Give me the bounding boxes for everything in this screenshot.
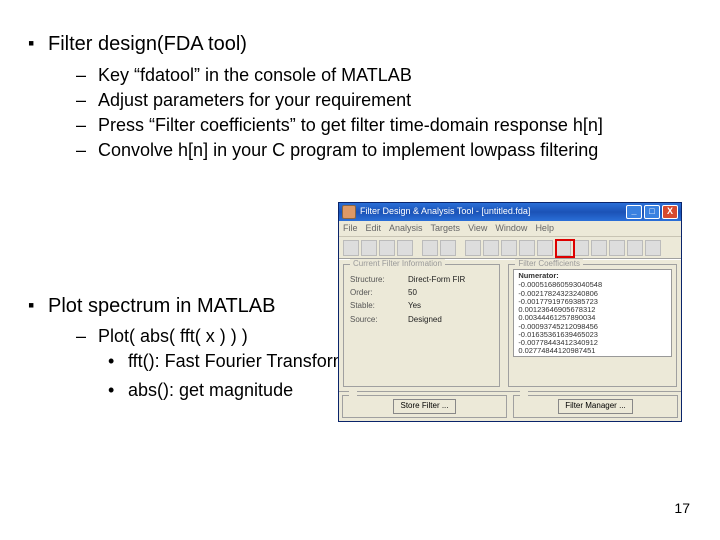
window-title: Filter Design & Analysis Tool - [untitle…: [360, 206, 626, 218]
dash-icon: –: [76, 114, 98, 137]
toolbar-button[interactable]: [609, 240, 625, 256]
toolbar-button[interactable]: [501, 240, 517, 256]
filter-manager-button[interactable]: Filter Manager ...: [558, 399, 632, 413]
toolbar-button[interactable]: [519, 240, 535, 256]
menu-edit[interactable]: Edit: [366, 223, 382, 235]
app-icon: [342, 205, 356, 219]
close-button[interactable]: X: [662, 205, 678, 219]
heading-text: Plot spectrum in MATLAB: [48, 294, 275, 320]
coefficients-listbox[interactable]: Numerator: -0.000516860593040548 -0.0021…: [513, 269, 672, 357]
page-number: 17: [674, 500, 690, 518]
toolbar-button[interactable]: [361, 240, 377, 256]
square-bullet-icon: ▪: [28, 32, 48, 58]
toolbar-button[interactable]: [627, 240, 643, 256]
list-item: – Convolve h[n] in your C program to imp…: [76, 139, 700, 162]
menu-help[interactable]: Help: [535, 223, 554, 235]
filter-coefficients-highlight: [555, 239, 575, 258]
dot-bullet-icon: •: [108, 379, 128, 402]
toolbar-button[interactable]: [343, 240, 359, 256]
toolbar-button[interactable]: [483, 240, 499, 256]
panel-filter-coefficients: Filter Coefficients Numerator: -0.000516…: [508, 264, 677, 387]
heading-filter-design: ▪ Filter design(FDA tool): [28, 32, 700, 58]
menu-analysis[interactable]: Analysis: [389, 223, 423, 235]
toolbar: [339, 237, 681, 259]
panel-current-filter-info: Current Filter Information Structure:Dir…: [343, 264, 500, 387]
window-titlebar: Filter Design & Analysis Tool - [untitle…: [339, 203, 681, 221]
toolbar-button[interactable]: [379, 240, 395, 256]
toolbar-button[interactable]: [645, 240, 661, 256]
panel-title: Current Filter Information: [350, 259, 445, 269]
maximize-button[interactable]: □: [644, 205, 660, 219]
heading-text: Filter design(FDA tool): [48, 32, 247, 58]
menu-window[interactable]: Window: [495, 223, 527, 235]
dash-icon: –: [76, 64, 98, 87]
toolbar-button[interactable]: [591, 240, 607, 256]
toolbar-button[interactable]: [440, 240, 456, 256]
panel-title: Filter Coefficients: [515, 259, 583, 269]
store-filter-button[interactable]: Store Filter ...: [393, 399, 455, 413]
menu-bar: File Edit Analysis Targets View Window H…: [339, 221, 681, 237]
dash-icon: –: [76, 139, 98, 162]
toolbar-button[interactable]: [465, 240, 481, 256]
dot-bullet-icon: •: [108, 350, 128, 377]
list-item: – Press “Filter coefficients” to get fil…: [76, 114, 700, 137]
minimize-button[interactable]: _: [626, 205, 642, 219]
dash-icon: –: [76, 89, 98, 112]
menu-view[interactable]: View: [468, 223, 487, 235]
list-item: – Adjust parameters for your requirement: [76, 89, 700, 112]
square-bullet-icon: ▪: [28, 294, 48, 320]
toolbar-button[interactable]: [573, 240, 589, 256]
menu-targets[interactable]: Targets: [431, 223, 461, 235]
menu-file[interactable]: File: [343, 223, 358, 235]
toolbar-button[interactable]: [422, 240, 438, 256]
toolbar-button[interactable]: [397, 240, 413, 256]
bottom-bar: Store Filter ... Filter Manager ...: [339, 391, 681, 421]
dash-icon: –: [76, 325, 98, 348]
list-item: – Key “fdatool” in the console of MATLAB: [76, 64, 700, 87]
toolbar-button[interactable]: [537, 240, 553, 256]
fdatool-window: Filter Design & Analysis Tool - [untitle…: [338, 202, 682, 422]
